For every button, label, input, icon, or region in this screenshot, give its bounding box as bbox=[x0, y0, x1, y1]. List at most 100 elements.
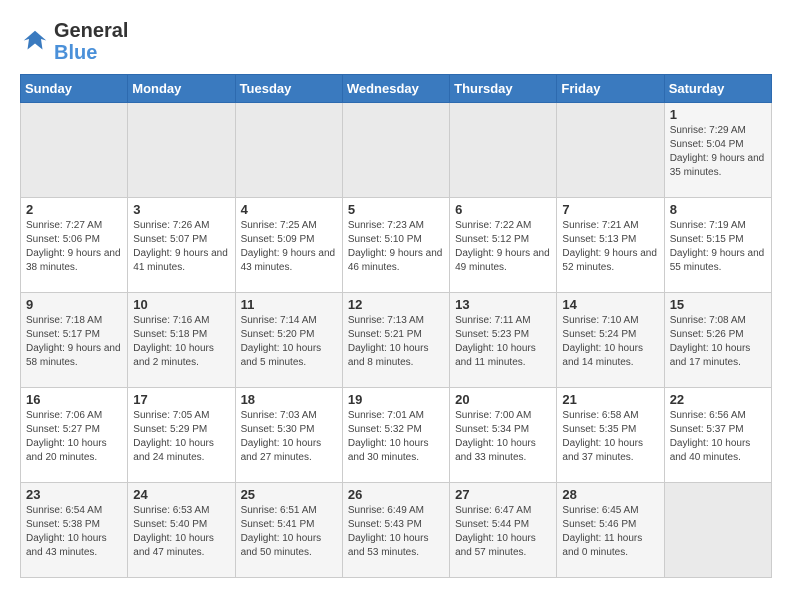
week-row-3: 9 Sunrise: 7:18 AM Sunset: 5:17 PM Daylig… bbox=[21, 293, 772, 388]
weekday-header-friday: Friday bbox=[557, 75, 664, 103]
day-number: 28 bbox=[562, 487, 658, 502]
calendar-cell: 27 Sunrise: 6:47 AM Sunset: 5:44 PM Dayli… bbox=[450, 483, 557, 578]
day-number: 23 bbox=[26, 487, 122, 502]
day-info: Sunrise: 7:27 AM Sunset: 5:06 PM Dayligh… bbox=[26, 219, 122, 275]
day-info: Sunrise: 6:45 AM Sunset: 5:46 PM Dayligh… bbox=[562, 504, 658, 560]
calendar-cell: 13Sunrise: 7:11 AM Sunset: 5:23 PM Dayli… bbox=[450, 293, 557, 388]
calendar-cell: 17 Sunrise: 7:05 AM Sunset: 5:29 PM Dayli… bbox=[128, 388, 235, 483]
weekday-header-wednesday: Wednesday bbox=[342, 75, 449, 103]
day-info: Sunrise: 7:00 AM Sunset: 5:34 PM Dayligh… bbox=[455, 409, 551, 465]
weekday-header-saturday: Saturday bbox=[664, 75, 771, 103]
calendar-cell: 15 Sunrise: 7:08 AM Sunset: 5:26 PM Dayli… bbox=[664, 293, 771, 388]
page-header: General Blue bbox=[20, 20, 772, 64]
day-number: 27 bbox=[455, 487, 551, 502]
day-info: Sunrise: 7:03 AM Sunset: 5:30 PM Dayligh… bbox=[241, 409, 337, 465]
calendar-cell: 12 Sunrise: 7:13 AM Sunset: 5:21 PM Dayli… bbox=[342, 293, 449, 388]
week-row-2: 2Sunrise: 7:27 AM Sunset: 5:06 PM Daylig… bbox=[21, 198, 772, 293]
day-number: 19 bbox=[348, 392, 444, 407]
day-number: 5 bbox=[348, 202, 444, 217]
day-info: Sunrise: 6:56 AM Sunset: 5:37 PM Dayligh… bbox=[670, 409, 766, 465]
weekday-header-thursday: Thursday bbox=[450, 75, 557, 103]
day-info: Sunrise: 7:14 AM Sunset: 5:20 PM Dayligh… bbox=[241, 314, 337, 370]
calendar-cell: 20 Sunrise: 7:00 AM Sunset: 5:34 PM Dayli… bbox=[450, 388, 557, 483]
day-info: Sunrise: 6:47 AM Sunset: 5:44 PM Dayligh… bbox=[455, 504, 551, 560]
calendar-cell: 26 Sunrise: 6:49 AM Sunset: 5:43 PM Dayli… bbox=[342, 483, 449, 578]
day-number: 20 bbox=[455, 392, 551, 407]
day-number: 9 bbox=[26, 297, 122, 312]
calendar-cell: 2Sunrise: 7:27 AM Sunset: 5:06 PM Daylig… bbox=[21, 198, 128, 293]
day-info: Sunrise: 7:21 AM Sunset: 5:13 PM Dayligh… bbox=[562, 219, 658, 275]
day-info: Sunrise: 7:18 AM Sunset: 5:17 PM Dayligh… bbox=[26, 314, 122, 370]
day-number: 25 bbox=[241, 487, 337, 502]
calendar-cell: 16 Sunrise: 7:06 AM Sunset: 5:27 PM Dayli… bbox=[21, 388, 128, 483]
calendar-cell bbox=[235, 103, 342, 198]
day-info: Sunrise: 7:16 AM Sunset: 5:18 PM Dayligh… bbox=[133, 314, 229, 370]
calendar-cell bbox=[21, 103, 128, 198]
weekday-header-tuesday: Tuesday bbox=[235, 75, 342, 103]
calendar-cell: 10 Sunrise: 7:16 AM Sunset: 5:18 PM Dayli… bbox=[128, 293, 235, 388]
day-info: Sunrise: 7:10 AM Sunset: 5:24 PM Dayligh… bbox=[562, 314, 658, 370]
logo-icon bbox=[20, 27, 50, 57]
calendar-cell: 5 Sunrise: 7:23 AM Sunset: 5:10 PM Daylig… bbox=[342, 198, 449, 293]
calendar-cell: 18 Sunrise: 7:03 AM Sunset: 5:30 PM Dayli… bbox=[235, 388, 342, 483]
day-number: 26 bbox=[348, 487, 444, 502]
day-info: Sunrise: 6:51 AM Sunset: 5:41 PM Dayligh… bbox=[241, 504, 337, 560]
calendar-cell: 1Sunrise: 7:29 AM Sunset: 5:04 PM Daylig… bbox=[664, 103, 771, 198]
day-info: Sunrise: 7:05 AM Sunset: 5:29 PM Dayligh… bbox=[133, 409, 229, 465]
calendar-cell bbox=[128, 103, 235, 198]
calendar-cell bbox=[450, 103, 557, 198]
calendar-cell: 19 Sunrise: 7:01 AM Sunset: 5:32 PM Dayli… bbox=[342, 388, 449, 483]
day-number: 15 bbox=[670, 297, 766, 312]
day-info: Sunrise: 7:11 AM Sunset: 5:23 PM Dayligh… bbox=[455, 314, 551, 370]
day-number: 18 bbox=[241, 392, 337, 407]
calendar-cell: 8 Sunrise: 7:19 AM Sunset: 5:15 PM Daylig… bbox=[664, 198, 771, 293]
calendar-cell bbox=[664, 483, 771, 578]
calendar-cell: 28 Sunrise: 6:45 AM Sunset: 5:46 PM Dayli… bbox=[557, 483, 664, 578]
calendar-cell: 11 Sunrise: 7:14 AM Sunset: 5:20 PM Dayli… bbox=[235, 293, 342, 388]
calendar-cell: 25 Sunrise: 6:51 AM Sunset: 5:41 PM Dayli… bbox=[235, 483, 342, 578]
day-number: 16 bbox=[26, 392, 122, 407]
calendar-cell: 9 Sunrise: 7:18 AM Sunset: 5:17 PM Daylig… bbox=[21, 293, 128, 388]
day-number: 7 bbox=[562, 202, 658, 217]
logo: General Blue bbox=[20, 20, 128, 64]
day-info: Sunrise: 6:49 AM Sunset: 5:43 PM Dayligh… bbox=[348, 504, 444, 560]
day-info: Sunrise: 7:13 AM Sunset: 5:21 PM Dayligh… bbox=[348, 314, 444, 370]
day-info: Sunrise: 6:54 AM Sunset: 5:38 PM Dayligh… bbox=[26, 504, 122, 560]
day-number: 6 bbox=[455, 202, 551, 217]
calendar-cell: 22 Sunrise: 6:56 AM Sunset: 5:37 PM Dayli… bbox=[664, 388, 771, 483]
day-number: 21 bbox=[562, 392, 658, 407]
calendar-cell: 7 Sunrise: 7:21 AM Sunset: 5:13 PM Daylig… bbox=[557, 198, 664, 293]
day-info: Sunrise: 7:29 AM Sunset: 5:04 PM Dayligh… bbox=[670, 124, 766, 180]
day-info: Sunrise: 7:23 AM Sunset: 5:10 PM Dayligh… bbox=[348, 219, 444, 275]
day-number: 11 bbox=[241, 297, 337, 312]
day-info: Sunrise: 7:06 AM Sunset: 5:27 PM Dayligh… bbox=[26, 409, 122, 465]
logo-text: General Blue bbox=[54, 20, 128, 64]
day-info: Sunrise: 7:01 AM Sunset: 5:32 PM Dayligh… bbox=[348, 409, 444, 465]
day-number: 8 bbox=[670, 202, 766, 217]
day-number: 22 bbox=[670, 392, 766, 407]
day-number: 10 bbox=[133, 297, 229, 312]
day-info: Sunrise: 7:22 AM Sunset: 5:12 PM Dayligh… bbox=[455, 219, 551, 275]
day-number: 17 bbox=[133, 392, 229, 407]
weekday-header-sunday: Sunday bbox=[21, 75, 128, 103]
day-info: Sunrise: 7:19 AM Sunset: 5:15 PM Dayligh… bbox=[670, 219, 766, 275]
weekday-header-monday: Monday bbox=[128, 75, 235, 103]
week-row-1: 1Sunrise: 7:29 AM Sunset: 5:04 PM Daylig… bbox=[21, 103, 772, 198]
day-number: 14 bbox=[562, 297, 658, 312]
calendar-cell: 24 Sunrise: 6:53 AM Sunset: 5:40 PM Dayli… bbox=[128, 483, 235, 578]
day-info: Sunrise: 6:53 AM Sunset: 5:40 PM Dayligh… bbox=[133, 504, 229, 560]
week-row-4: 16 Sunrise: 7:06 AM Sunset: 5:27 PM Dayli… bbox=[21, 388, 772, 483]
day-number: 24 bbox=[133, 487, 229, 502]
calendar-cell: 3Sunrise: 7:26 AM Sunset: 5:07 PM Daylig… bbox=[128, 198, 235, 293]
calendar-cell bbox=[342, 103, 449, 198]
weekday-header-row: SundayMondayTuesdayWednesdayThursdayFrid… bbox=[21, 75, 772, 103]
calendar-cell: 4Sunrise: 7:25 AM Sunset: 5:09 PM Daylig… bbox=[235, 198, 342, 293]
day-info: Sunrise: 6:58 AM Sunset: 5:35 PM Dayligh… bbox=[562, 409, 658, 465]
calendar-cell bbox=[557, 103, 664, 198]
calendar-cell: 14 Sunrise: 7:10 AM Sunset: 5:24 PM Dayli… bbox=[557, 293, 664, 388]
day-info: Sunrise: 7:08 AM Sunset: 5:26 PM Dayligh… bbox=[670, 314, 766, 370]
day-info: Sunrise: 7:25 AM Sunset: 5:09 PM Dayligh… bbox=[241, 219, 337, 275]
day-number: 12 bbox=[348, 297, 444, 312]
calendar-cell: 23 Sunrise: 6:54 AM Sunset: 5:38 PM Dayli… bbox=[21, 483, 128, 578]
day-number: 3 bbox=[133, 202, 229, 217]
